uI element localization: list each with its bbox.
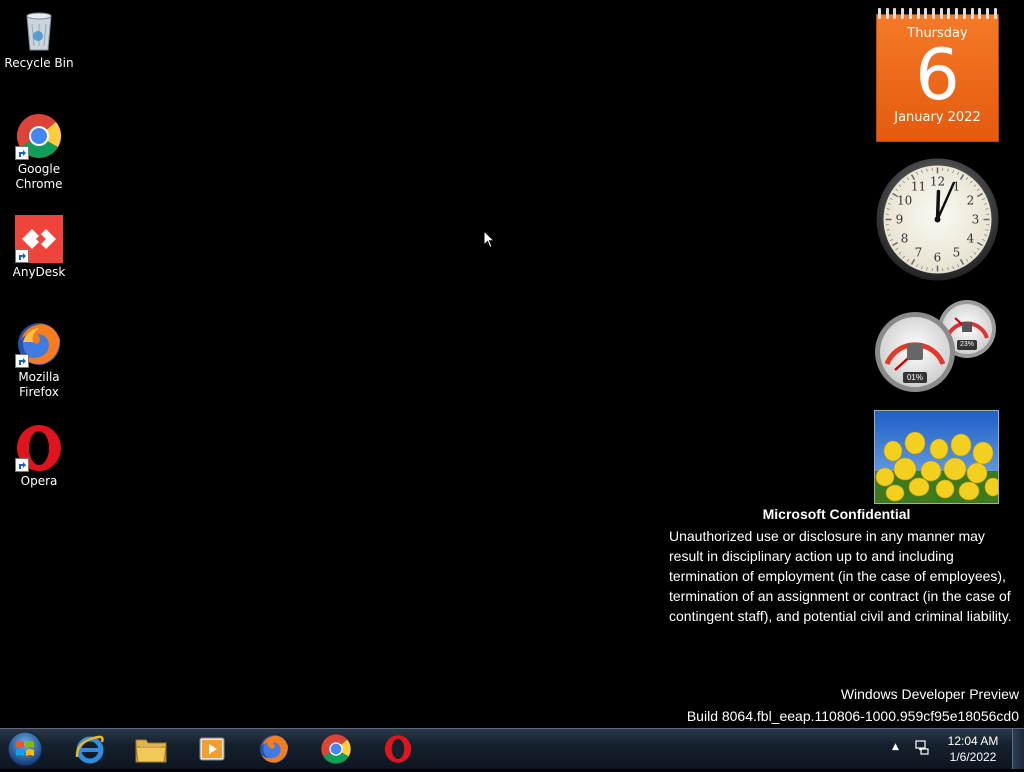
desktop-icon-label: Google: [4, 162, 74, 177]
show-hidden-icons-button[interactable]: ▲: [892, 742, 899, 752]
clock-number: 12: [930, 175, 945, 189]
taskbar: ▲ 12:04 AM 1/6/2022: [0, 728, 1024, 769]
calendar-day-number: 6: [877, 41, 998, 109]
cpu-usage-value: 01%: [903, 373, 927, 382]
folder-icon: [134, 734, 168, 764]
taskbar-file-explorer[interactable]: [125, 731, 177, 767]
calendar-page: Thursday 6 January 2022: [876, 14, 999, 142]
taskbar-internet-explorer[interactable]: [64, 731, 116, 767]
firefox-icon: [258, 733, 290, 765]
desktop-icon-label: AnyDesk: [4, 265, 74, 280]
desktop-icon-anydesk[interactable]: AnyDesk: [4, 215, 74, 280]
windows-orb-icon: [5, 730, 45, 768]
memory-usage-value: 23%: [957, 341, 977, 348]
calendar-gadget[interactable]: Thursday 6 January 2022: [876, 8, 999, 142]
clock-number: 10: [897, 194, 912, 208]
clock-number: 5: [953, 245, 961, 259]
clock-number: 1: [953, 180, 961, 194]
tray-date[interactable]: 1/6/2022: [936, 750, 1010, 764]
opera-icon: [383, 733, 413, 765]
clock-number: 7: [915, 245, 923, 259]
confidential-notice: Unauthorized use or disclosure in any ma…: [669, 526, 1014, 626]
tray-time[interactable]: 12:04 AM: [936, 734, 1010, 748]
clock-number: 2: [967, 194, 975, 208]
desktop-icon-label: Opera: [4, 474, 74, 489]
show-desktop-button[interactable]: [1012, 729, 1024, 769]
recycle-bin-icon: [15, 6, 63, 54]
shortcut-arrow-icon: [15, 354, 29, 368]
desktop-icon-label: Chrome: [4, 177, 74, 192]
clock-number: 11: [911, 180, 926, 194]
confidential-title: Microsoft Confidential: [669, 506, 1004, 522]
internet-explorer-icon: [74, 733, 106, 765]
desktop-icon-label: Firefox: [4, 385, 74, 400]
desktop-icon-google-chrome[interactable]: Google Chrome: [4, 112, 74, 192]
chrome-icon: [15, 112, 63, 160]
taskbar-media-player[interactable]: [186, 731, 238, 767]
firefox-icon: [15, 320, 63, 368]
media-player-icon: [197, 734, 227, 764]
clock-number: 8: [901, 232, 909, 246]
taskbar-chrome[interactable]: [310, 731, 362, 767]
cpu-meter-gadget[interactable]: 01% 23%: [875, 300, 999, 392]
shortcut-arrow-icon: [15, 146, 29, 160]
start-button[interactable]: [5, 730, 45, 768]
anydesk-icon: [15, 215, 63, 263]
clock-gadget[interactable]: 12 12 3 45678 9 1011: [876, 158, 999, 281]
shortcut-arrow-icon: [15, 249, 29, 263]
chrome-icon: [320, 733, 352, 765]
desktop-icon-opera[interactable]: Opera: [4, 424, 74, 489]
shortcut-arrow-icon: [15, 458, 29, 472]
clock-number: 9: [896, 213, 904, 227]
clock-number: 4: [967, 232, 975, 246]
os-edition-text: Windows Developer Preview: [841, 686, 1019, 702]
desktop-icon-label: Mozilla: [4, 370, 74, 385]
tulips-photo: [875, 411, 998, 503]
network-icon[interactable]: [914, 739, 930, 759]
desktop-icon-mozilla-firefox[interactable]: Mozilla Firefox: [4, 320, 74, 400]
desktop-icon-label: Recycle Bin: [4, 56, 74, 71]
clock-number: 6: [934, 251, 942, 265]
taskbar-firefox[interactable]: [248, 731, 300, 767]
opera-icon: [15, 424, 63, 472]
build-number-text: Build 8064.fbl_eeap.110806-1000.959cf95e…: [687, 708, 1019, 724]
calendar-binding-rings: [878, 8, 997, 20]
clock-number: 3: [972, 213, 980, 227]
calendar-month-year: January 2022: [877, 110, 998, 125]
taskbar-opera[interactable]: [372, 731, 424, 767]
desktop-icon-recycle-bin[interactable]: Recycle Bin: [4, 6, 74, 71]
mouse-cursor-icon: [483, 230, 495, 253]
slideshow-gadget[interactable]: [874, 410, 999, 504]
